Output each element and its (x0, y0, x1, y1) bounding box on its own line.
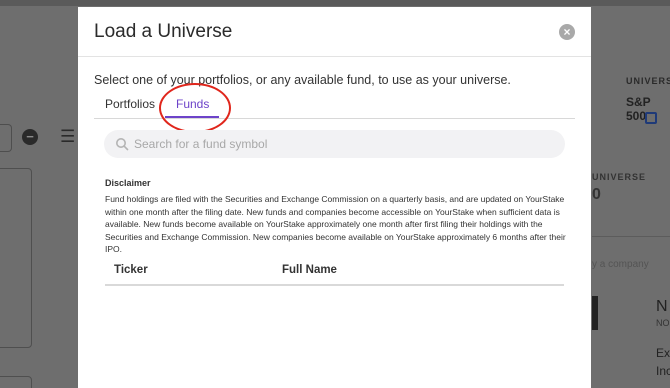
background-text-ex: Ex (656, 346, 670, 360)
edit-icon (645, 112, 657, 124)
disclaimer-text: Fund holdings are filed with the Securit… (105, 194, 566, 254)
background-digit: 0 (592, 186, 601, 203)
background-divider (592, 236, 670, 237)
column-header-ticker[interactable]: Ticker (114, 264, 148, 276)
background-universe-label: UNIVERSE (626, 76, 670, 86)
background-letter: N (656, 298, 668, 315)
fund-search-input[interactable] (134, 130, 554, 158)
highlight-annotation-circle (159, 83, 231, 133)
close-icon[interactable]: × (559, 24, 575, 40)
background-small-text: NO (656, 318, 670, 328)
load-universe-modal: Load a Universe × Select one of your por… (78, 7, 591, 388)
background-faint-text: y a company (592, 259, 649, 270)
fund-table-header: Ticker Full Name (105, 260, 564, 286)
background-universe-label-2: UNIVERSE (592, 172, 647, 182)
background-panel-lower (0, 376, 32, 388)
background-block (592, 296, 598, 330)
minus-icon: − (22, 129, 38, 145)
disclaimer-title: Disclaimer (105, 178, 151, 188)
menu-icon: ☰ (60, 127, 76, 146)
background-text-inc: Inc (656, 364, 670, 378)
modal-title: Load a Universe (94, 21, 233, 42)
modal-intro-text: Select one of your portfolios, or any av… (94, 73, 511, 87)
tab-portfolios[interactable]: Portfolios (105, 97, 155, 111)
search-icon (116, 138, 129, 151)
background-top-bar (0, 0, 670, 6)
background-panel (0, 168, 32, 348)
background-control (0, 124, 12, 152)
fund-search-box (104, 130, 565, 158)
modal-header: Load a Universe × (78, 7, 591, 57)
column-header-full-name[interactable]: Full Name (282, 264, 337, 276)
